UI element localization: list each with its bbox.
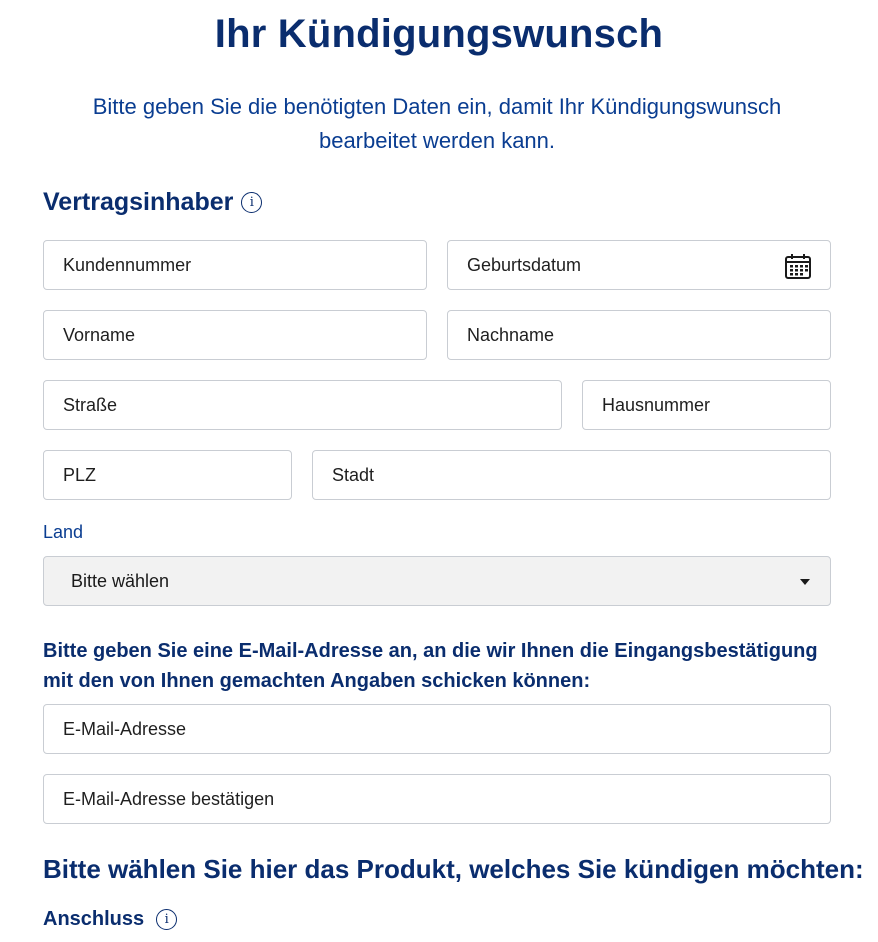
kundennummer-input[interactable] <box>63 254 426 276</box>
intro-text: Bitte geben Sie die benötigten Daten ein… <box>92 94 782 153</box>
anschluss-heading: Anschluss i <box>43 908 178 931</box>
plz-field <box>43 450 292 500</box>
anschluss-label: Anschluss <box>43 908 145 930</box>
info-icon[interactable]: i <box>241 192 263 213</box>
vorname-input[interactable] <box>63 324 426 346</box>
email-field <box>43 704 831 754</box>
land-selected-value: Bitte wählen <box>71 570 170 591</box>
email-confirm-field <box>43 774 831 824</box>
produkt-heading: Bitte wählen Sie hier das Produkt, welch… <box>43 854 864 884</box>
stadt-input[interactable] <box>332 464 830 486</box>
vertragsinhaber-label: Vertragsinhaber <box>43 188 234 216</box>
hausnummer-input[interactable] <box>602 394 830 416</box>
strasse-input[interactable] <box>63 394 561 416</box>
land-label: Land <box>43 522 84 542</box>
vorname-field <box>43 310 427 360</box>
geburtsdatum-field <box>447 240 831 290</box>
hausnummer-field <box>582 380 831 430</box>
stadt-field <box>312 450 831 500</box>
email-input[interactable] <box>63 718 830 740</box>
email-confirm-input[interactable] <box>63 788 830 810</box>
plz-input[interactable] <box>63 464 291 486</box>
kundennummer-field <box>43 240 427 290</box>
land-select[interactable]: Bitte wählen <box>43 556 831 606</box>
chevron-down-icon <box>800 579 810 585</box>
calendar-icon[interactable] <box>784 252 812 280</box>
page-title: Ihr Kündigungswunsch <box>214 12 664 56</box>
info-icon[interactable]: i <box>156 909 178 930</box>
geburtsdatum-input[interactable] <box>467 254 830 276</box>
email-note: Bitte geben Sie eine E-Mail-Adresse an, … <box>43 640 818 692</box>
nachname-field <box>447 310 831 360</box>
vertragsinhaber-heading: Vertragsinhaber i <box>43 188 263 217</box>
nachname-input[interactable] <box>467 324 830 346</box>
strasse-field <box>43 380 562 430</box>
